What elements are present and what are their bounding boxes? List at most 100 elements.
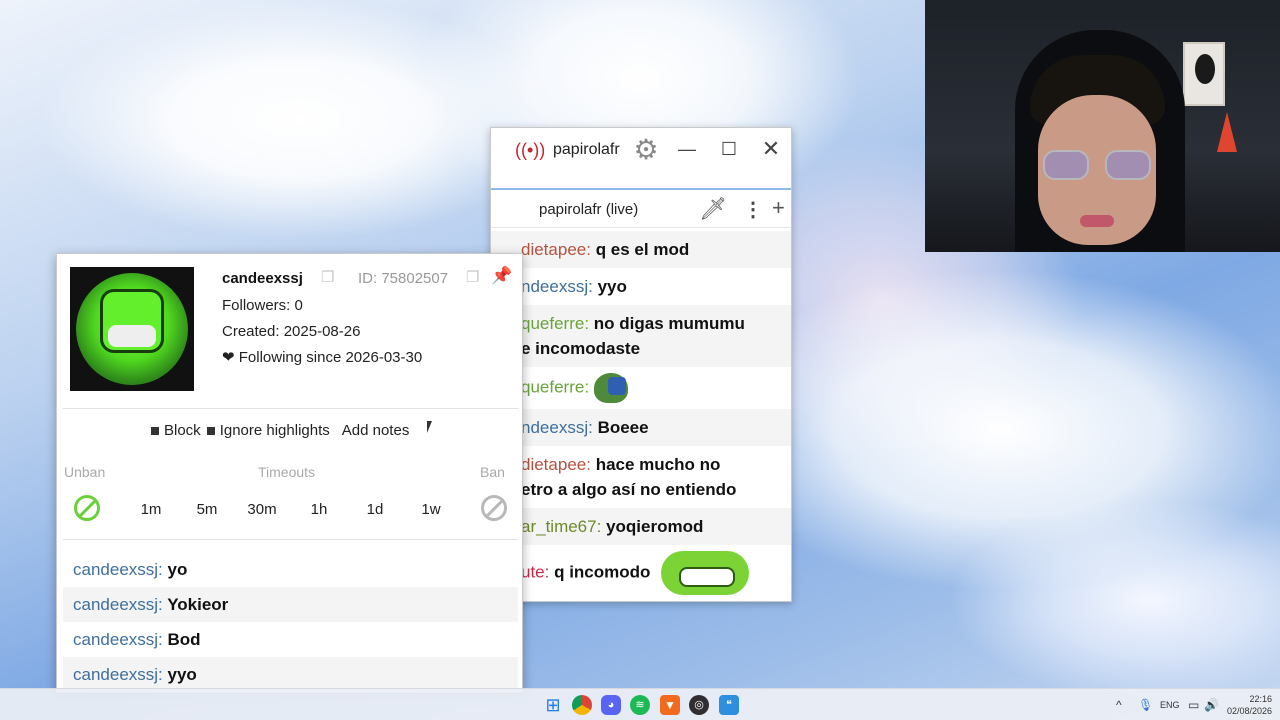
wall-poster bbox=[1183, 42, 1225, 106]
user-message-history[interactable]: candeexssj: yo candeexssj: Yokieor cande… bbox=[63, 552, 518, 692]
message-username: candeexssj: bbox=[73, 560, 163, 579]
message-text: q incomodo bbox=[554, 562, 651, 582]
chat-window: ((•)) papirolafr ⚙ — ☐ ✕ papirolafr (liv… bbox=[490, 127, 792, 602]
chat-message: ar_time67: yoqieromod bbox=[491, 508, 791, 545]
pepe-emote[interactable] bbox=[593, 373, 628, 403]
message-text: e incomodaste bbox=[521, 339, 641, 358]
timeout-1h-button[interactable]: 1h bbox=[299, 501, 339, 518]
message-username[interactable]: queferre: bbox=[521, 377, 589, 396]
message-username: candeexssj: bbox=[73, 665, 163, 684]
clock-date: 02/08/2026 bbox=[1226, 706, 1272, 716]
message-username[interactable]: ndeexssj: bbox=[521, 418, 593, 437]
moderation-sword-icon[interactable]: 🗡 bbox=[699, 196, 727, 222]
divider bbox=[63, 539, 518, 540]
chrome-icon[interactable] bbox=[572, 695, 592, 715]
unban-label: Unban bbox=[64, 464, 106, 480]
brave-icon[interactable]: ▼ bbox=[660, 695, 680, 715]
chat-message: ndeexssj: yyo bbox=[491, 268, 791, 305]
streamer-glasses bbox=[1043, 150, 1151, 182]
message-username[interactable]: ar_time67: bbox=[521, 517, 601, 536]
ban-icon[interactable] bbox=[481, 495, 507, 521]
timeout-5m-button[interactable]: 5m bbox=[187, 501, 227, 518]
start-button-icon[interactable]: ⊞ bbox=[543, 695, 563, 715]
message-text: Boeee bbox=[597, 418, 649, 437]
timeouts-label: Timeouts bbox=[258, 464, 316, 480]
message-text: yoqieromod bbox=[606, 517, 704, 536]
window-title: papirolafr bbox=[553, 141, 620, 158]
followers-count: Followers: 0 bbox=[222, 297, 303, 314]
following-since: ❤ Following since 2026-03-30 bbox=[222, 349, 423, 366]
block-label: Block bbox=[164, 422, 201, 439]
live-icon: ((•)) bbox=[515, 139, 546, 160]
message-text: yyo bbox=[597, 277, 627, 296]
message-username[interactable]: ndeexssj: bbox=[521, 277, 593, 296]
message-text: q es el mod bbox=[595, 240, 690, 259]
window-titlebar[interactable]: ((•)) papirolafr ⚙ — ☐ ✕ bbox=[491, 128, 791, 172]
volume-icon[interactable]: 🔊 bbox=[1204, 698, 1219, 712]
message-username[interactable]: ute: bbox=[521, 562, 549, 581]
close-button[interactable]: ✕ bbox=[756, 136, 786, 162]
copy-id-icon[interactable]: ❐ bbox=[466, 268, 479, 286]
tab-strip[interactable] bbox=[491, 172, 791, 190]
pin-icon[interactable]: 📌 bbox=[491, 266, 512, 286]
add-split-icon[interactable]: + bbox=[772, 195, 785, 221]
language-indicator[interactable]: ENG bbox=[1160, 700, 1180, 710]
obs-icon[interactable]: ◎ bbox=[689, 695, 709, 715]
ignore-highlights-checkbox[interactable]: Ignore highlights bbox=[206, 422, 330, 439]
message-text: yyo bbox=[167, 665, 197, 684]
user-info-popup: candeexssj ❐ ID: 75802507 ❐ 📌 Followers:… bbox=[56, 253, 523, 693]
user-actions: Block Ignore highlights Add notes bbox=[151, 422, 409, 439]
popup-username[interactable]: candeexssj bbox=[222, 270, 303, 287]
message-text: Bod bbox=[167, 630, 201, 649]
network-icon[interactable]: ▭ bbox=[1188, 698, 1199, 712]
list-item: candeexssj: Yokieor bbox=[63, 587, 518, 622]
timeout-30m-button[interactable]: 30m bbox=[242, 501, 282, 518]
streamer-mouth bbox=[1080, 215, 1114, 227]
webcam-overlay bbox=[925, 0, 1280, 252]
split-title: papirolafr (live) bbox=[539, 201, 639, 218]
message-text: Yokieor bbox=[167, 595, 229, 614]
add-notes-link[interactable]: Add notes bbox=[342, 422, 410, 439]
split-header[interactable]: papirolafr (live) 🗡 ⋮ + bbox=[491, 190, 791, 228]
microphone-icon[interactable]: 🎙 bbox=[1138, 698, 1153, 712]
list-item: candeexssj: yyo bbox=[63, 657, 518, 692]
traffic-cone bbox=[1217, 112, 1237, 152]
timeout-1d-button[interactable]: 1d bbox=[355, 501, 395, 518]
list-item: candeexssj: Bod bbox=[63, 622, 518, 657]
chat-messages[interactable]: dietapee: q es el mod ndeexssj: yyo quef… bbox=[491, 231, 791, 603]
message-username[interactable]: dietapee: bbox=[521, 455, 591, 474]
message-text: hace mucho no bbox=[595, 455, 721, 474]
system-clock[interactable]: 22:16 02/08/2026 bbox=[1222, 693, 1272, 717]
taskbar: ⊞ ◕ ≋ ▼ ◎ ❝ ^ 🎙 ENG ▭ 🔊 22:16 02/08/2026 bbox=[0, 688, 1280, 720]
message-text: etro a algo así no entiendo bbox=[521, 480, 737, 499]
timeout-1m-button[interactable]: 1m bbox=[131, 501, 171, 518]
chatterino-icon[interactable]: ❝ bbox=[719, 695, 739, 715]
minimize-button[interactable]: — bbox=[672, 136, 702, 162]
chat-message: ute: q incomodo bbox=[491, 545, 791, 601]
kebab-menu-icon[interactable]: ⋮ bbox=[743, 197, 763, 222]
spotify-icon[interactable]: ≋ bbox=[630, 695, 650, 715]
ban-label: Ban bbox=[480, 464, 505, 480]
gear-icon[interactable]: ⚙ bbox=[631, 135, 661, 165]
chat-message: dietapee: q es el mod bbox=[491, 231, 791, 268]
timeout-1w-button[interactable]: 1w bbox=[411, 501, 451, 518]
clock-time: 22:16 bbox=[1249, 694, 1272, 704]
copy-icon[interactable]: ❐ bbox=[321, 268, 334, 286]
maximize-button[interactable]: ☐ bbox=[714, 136, 744, 162]
created-date: Created: 2025-08-26 bbox=[222, 323, 361, 340]
message-username[interactable]: dietapee: bbox=[521, 240, 591, 259]
block-checkbox[interactable]: Block bbox=[151, 422, 201, 439]
avatar[interactable] bbox=[70, 267, 194, 391]
list-item: candeexssj: yo bbox=[63, 552, 518, 587]
chat-message: queferre: no digas mumumu bbox=[491, 305, 791, 336]
tray-chevron-up-icon[interactable]: ^ bbox=[1116, 698, 1122, 712]
mouse-cursor-icon bbox=[427, 421, 432, 433]
discord-icon[interactable]: ◕ bbox=[601, 695, 621, 715]
message-username: candeexssj: bbox=[73, 630, 163, 649]
grin-emote[interactable] bbox=[661, 551, 750, 595]
checkbox-icon bbox=[206, 426, 215, 435]
message-text: no digas mumumu bbox=[593, 314, 745, 333]
ignore-highlights-label: Ignore highlights bbox=[219, 422, 330, 439]
unban-icon[interactable] bbox=[74, 495, 100, 521]
message-username[interactable]: queferre: bbox=[521, 314, 589, 333]
